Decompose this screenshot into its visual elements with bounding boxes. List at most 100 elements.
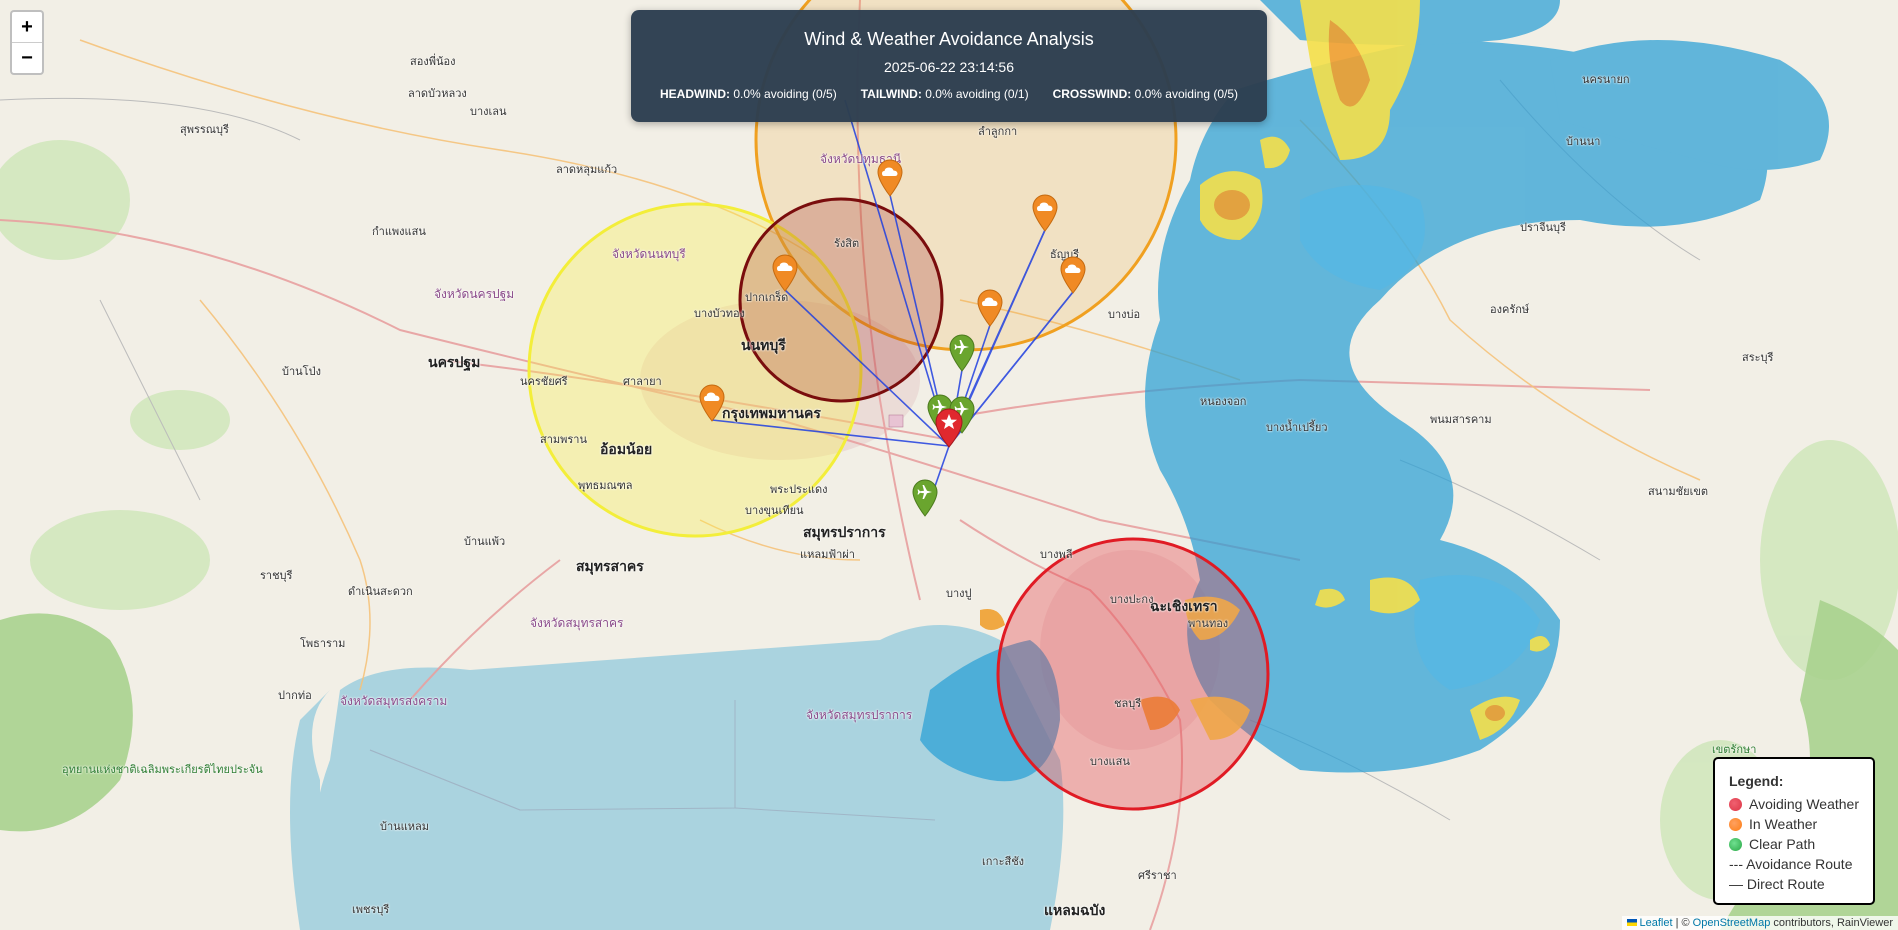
place-10: จังหวัดสมุทรสาคร — [530, 616, 624, 630]
leaflet-link[interactable]: Leaflet — [1639, 917, 1672, 929]
place-5: สมุทรสาคร — [576, 558, 644, 574]
place-7: จังหวัดนนทบุรี — [612, 247, 686, 261]
map-base-layer — [0, 0, 1898, 930]
in-weather-dot-icon — [1729, 817, 1742, 831]
place-15: อุทยานแห่งชาติเฉลิมพระเกียรติไทยประจัน — [62, 764, 263, 776]
map-canvas[interactable]: นครปฐม นนทบุรีกรุงเทพมหานครสมุทรปราการสมุ… — [0, 0, 1898, 930]
place-19: บางแสน — [1090, 756, 1130, 768]
place-57: บางเลน — [470, 106, 507, 118]
place-44: หนองจอก — [1200, 396, 1247, 408]
headwind-stat: HEADWIND: 0.0% avoiding (0/5) — [660, 87, 837, 101]
legend-title: Legend: — [1729, 773, 1784, 789]
headwind-value: 0.0% avoiding (0/5) — [733, 87, 837, 101]
cloud-icon[interactable] — [772, 254, 798, 292]
place-27: บ้านแพ้ว — [464, 536, 506, 548]
leaflet-flag-icon — [1627, 919, 1638, 926]
place-13: แหลมฉบัง — [1044, 902, 1106, 918]
place-60: สองพี่น้อง — [410, 56, 456, 68]
panel-title: Wind & Weather Avoidance Analysis — [804, 29, 1094, 49]
tailwind-value: 0.0% avoiding (0/1) — [925, 87, 1029, 101]
place-2: นนทบุรี — [741, 337, 786, 353]
place-48: เขตรักษา — [1712, 744, 1757, 756]
cloud-icon[interactable] — [699, 384, 725, 422]
place-54: บางขุนเทียน — [745, 505, 804, 517]
place-47: สนามชัยเขต — [1648, 486, 1708, 498]
place-58: นครชัยศรี — [520, 376, 568, 388]
place-37: บางพลี — [1040, 549, 1073, 561]
place-21: ศรีราชา — [1138, 870, 1177, 882]
avoiding-dot-icon — [1729, 797, 1742, 811]
place-6: อ้อมน้อย — [600, 441, 653, 457]
place-28: โพธาราม — [300, 638, 346, 650]
analysis-panel: Wind & Weather Avoidance Analysis 2025-0… — [631, 10, 1267, 122]
place-36: บางบ่อ — [1108, 309, 1141, 321]
legend-avoiding-label: Avoiding Weather — [1749, 796, 1859, 812]
zoom-out-button[interactable]: − — [12, 43, 42, 73]
place-23: บ้านแหลม — [380, 821, 430, 833]
clear-dot-icon — [1729, 837, 1742, 851]
place-24: ปากท่อ — [278, 690, 312, 702]
airplane-icon[interactable] — [949, 334, 975, 372]
tailwind-label: TAILWIND: — [860, 87, 922, 101]
place-20: เกาะสีชัง — [982, 856, 1025, 868]
cloud-icon[interactable] — [1032, 194, 1058, 232]
tailwind-stat: TAILWIND: 0.0% avoiding (0/1) — [861, 87, 1029, 101]
place-43: บ้านนา — [1566, 136, 1601, 148]
legend-in-weather-label: In Weather — [1749, 816, 1818, 832]
legend-row-clear: Clear Path — [1729, 834, 1859, 854]
place-45: บางน้ำเปรี้ยว — [1266, 422, 1328, 434]
legend-row-avoid-route: --- Avoidance Route — [1729, 854, 1859, 874]
headwind-label: HEADWIND: — [659, 87, 730, 101]
star-icon[interactable] — [935, 408, 963, 448]
legend: Legend: Avoiding Weather In Weather Clea… — [1713, 757, 1875, 905]
place-1: นครปฐม — [428, 354, 481, 370]
place-30: กำแพงแสน — [372, 226, 426, 238]
legend-avoid-route-label: --- Avoidance Route — [1729, 856, 1853, 872]
place-59: ศาลายา — [623, 376, 662, 388]
legend-row-avoiding: Avoiding Weather — [1729, 794, 1859, 814]
cloud-icon[interactable] — [1060, 256, 1086, 294]
place-41: ปราจีนบุรี — [1520, 222, 1566, 234]
place-25: ราชบุรี — [260, 570, 293, 582]
place-8: จังหวัดนครปฐม — [434, 287, 515, 301]
place-42: องครักษ์ — [1490, 304, 1530, 316]
place-38: บางปู — [946, 588, 972, 600]
place-40: นครนายก — [1582, 74, 1630, 86]
place-39: สระบุรี — [1742, 352, 1774, 364]
place-29: บ้านโป่ง — [282, 366, 321, 378]
airplane-icon[interactable] — [912, 479, 938, 517]
place-52: พุทธมณฑล — [578, 480, 633, 492]
place-3: กรุงเทพมหานคร — [722, 405, 821, 421]
crosswind-label: CROSSWIND: — [1052, 87, 1132, 101]
wind-stats: HEADWIND: 0.0% avoiding (0/5) TAILWIND: … — [631, 87, 1267, 101]
place-46: พนมสารคาม — [1430, 414, 1492, 426]
place-50: บางบัวทอง — [694, 308, 745, 320]
place-26: ดำเนินสะดวก — [348, 586, 413, 598]
attribution-rest: contributors, RainViewer — [1770, 917, 1893, 929]
place-53: พระประแดง — [770, 484, 828, 496]
place-22: เพชรบุรี — [352, 904, 390, 916]
place-51: สามพราน — [540, 434, 587, 446]
legend-row-direct-route: — Direct Route — [1729, 874, 1859, 894]
place-34: ลำลูกกา — [978, 126, 1018, 138]
place-31: สุพรรณบุรี — [180, 124, 229, 136]
legend-row-in-weather: In Weather — [1729, 814, 1859, 834]
cloud-icon[interactable] — [977, 289, 1003, 327]
place-17: พานทอง — [1188, 618, 1229, 630]
place-18: ชลบุรี — [1114, 698, 1142, 710]
attribution-sep: | © — [1672, 917, 1693, 929]
zoom-control: + − — [10, 10, 44, 75]
place-4: สมุทรปราการ — [803, 524, 886, 540]
place-16: บางปะกง — [1110, 594, 1154, 606]
place-12: จังหวัดสมุทรปราการ — [806, 708, 913, 722]
panel-timestamp: 2025-06-22 23:14:56 — [884, 59, 1014, 75]
osm-link[interactable]: OpenStreetMap — [1693, 917, 1771, 929]
place-32: ลาดบัวหลวง — [408, 88, 467, 100]
crosswind-value: 0.0% avoiding (0/5) — [1134, 87, 1239, 101]
place-33: รังสิต — [834, 238, 860, 250]
cloud-icon[interactable] — [877, 159, 903, 197]
zoom-in-button[interactable]: + — [12, 12, 42, 43]
legend-clear-label: Clear Path — [1749, 836, 1816, 852]
place-55: แหลมฟ้าผ่า — [800, 549, 855, 561]
legend-direct-route-label: — Direct Route — [1729, 876, 1825, 892]
